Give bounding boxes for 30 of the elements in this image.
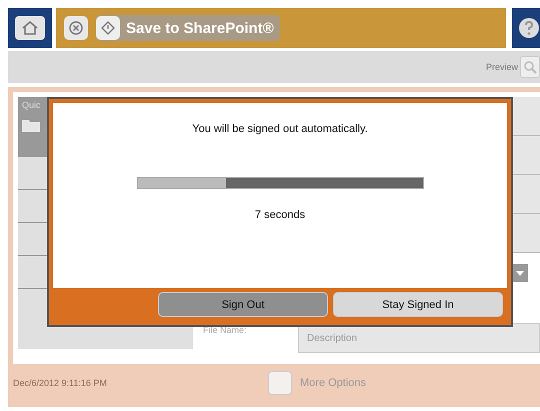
- list-row[interactable]: [512, 136, 540, 175]
- quick-set-row[interactable]: [18, 157, 48, 190]
- help-icon: [518, 17, 540, 39]
- quick-sets-label: Quic: [22, 100, 42, 110]
- start-icon: [101, 21, 115, 35]
- dialog-message: You will be signed out automatically.: [192, 123, 368, 135]
- quick-set-row[interactable]: [18, 256, 48, 289]
- list-row[interactable]: [512, 97, 540, 136]
- start-button[interactable]: [96, 16, 120, 40]
- close-button[interactable]: [64, 16, 88, 40]
- home-button[interactable]: [8, 8, 52, 48]
- quick-set-row[interactable]: [18, 223, 48, 256]
- stay-signed-in-button[interactable]: Stay Signed In: [333, 292, 503, 317]
- timestamp: Dec/6/2012 9:11:16 PM: [13, 378, 108, 388]
- search-icon: [523, 60, 537, 74]
- folder-icon: [22, 118, 40, 132]
- file-name-label: File Name:: [202, 324, 248, 335]
- dropdown-button[interactable]: [512, 264, 528, 282]
- quick-set-row[interactable]: [18, 190, 48, 223]
- sign-out-button[interactable]: Sign Out: [158, 292, 328, 317]
- window-title: Save to SharePoint®: [125, 20, 275, 36]
- list-row[interactable]: [512, 214, 540, 253]
- preview-label: Preview: [486, 62, 518, 72]
- home-icon: [15, 16, 45, 40]
- list-row[interactable]: [512, 175, 540, 214]
- countdown-text: 7 seconds: [254, 209, 306, 221]
- help-button[interactable]: [518, 17, 540, 39]
- caret-icon: [516, 270, 524, 276]
- more-options-icon: [268, 371, 292, 395]
- close-icon: [69, 21, 83, 35]
